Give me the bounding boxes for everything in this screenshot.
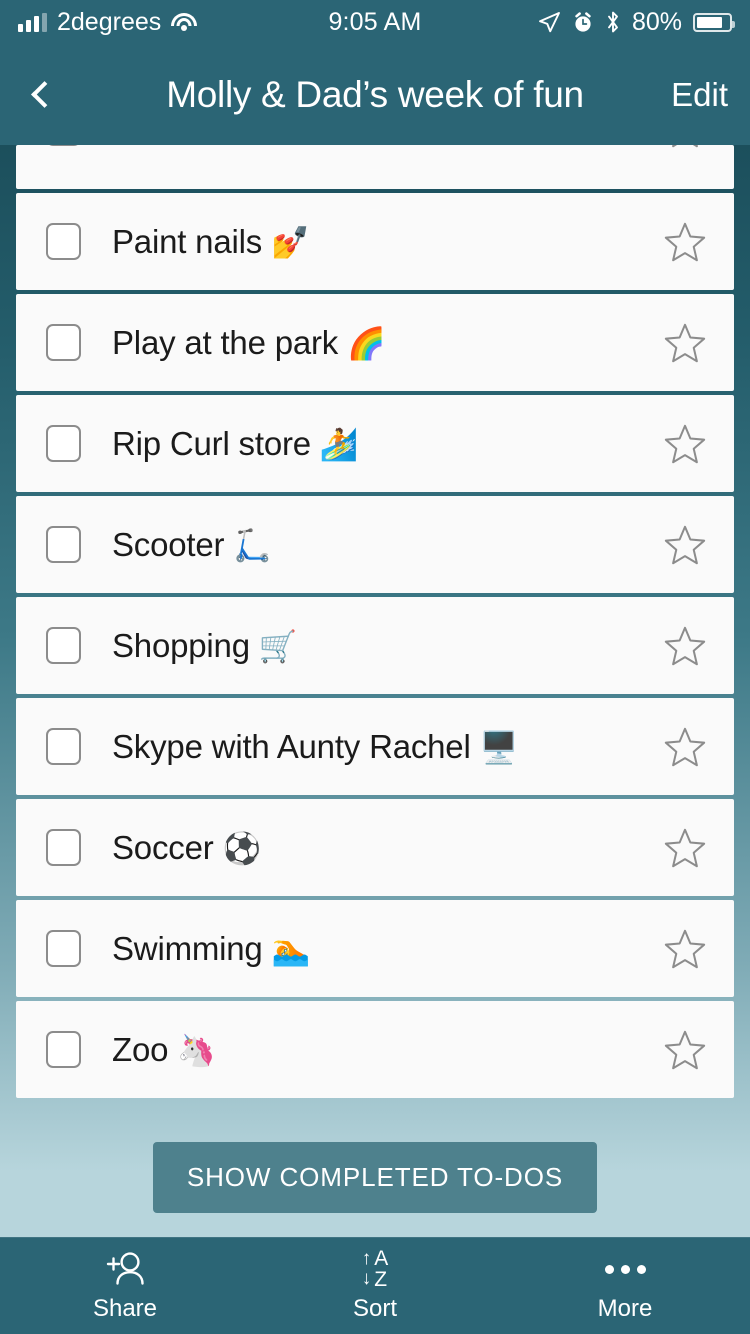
todo-label: Play at the park 🌈: [112, 323, 386, 361]
star-icon[interactable]: [662, 926, 708, 972]
todo-checkbox[interactable]: [46, 728, 81, 765]
tab-more[interactable]: More: [500, 1238, 750, 1334]
todo-checkbox[interactable]: [46, 1031, 81, 1068]
todo-checkbox[interactable]: [46, 324, 81, 361]
todo-checkbox[interactable]: [46, 627, 81, 664]
todo-emoji-icon: 💅: [271, 224, 310, 260]
todo-emoji-icon: 🏄: [319, 426, 359, 462]
todo-emoji-icon: 🛒: [258, 628, 298, 664]
show-completed-todos-button[interactable]: SHOW COMPLETED TO-DOS: [152, 1142, 598, 1213]
battery-percent-label: 80%: [631, 7, 682, 36]
todo-label: Paint nails 💅: [112, 222, 310, 260]
todo-row[interactable]: Skype with Aunty Rachel 🖥️: [16, 698, 734, 795]
back-button[interactable]: [22, 73, 66, 117]
todo-emoji-icon: 🛴: [233, 527, 272, 563]
star-icon[interactable]: [662, 320, 708, 366]
bottom-toolbar: Share ↑ ↓ A Z Sort More: [0, 1237, 750, 1334]
carrier-label: 2degrees: [57, 7, 162, 36]
edit-button[interactable]: Edit: [671, 76, 728, 114]
todo-label: Swimming 🏊: [112, 929, 311, 967]
sort-letter-z: Z: [374, 1268, 388, 1291]
wifi-icon: [171, 12, 198, 32]
page-title: Molly & Dad’s week of fun: [166, 73, 584, 115]
star-icon[interactable]: [662, 219, 708, 265]
star-icon[interactable]: [662, 1027, 708, 1073]
location-arrow-icon: [539, 12, 560, 33]
star-icon[interactable]: [662, 724, 708, 770]
tab-more-label: More: [597, 1295, 653, 1322]
battery-icon: [693, 12, 735, 32]
app-screen: 2degrees 9:05 AM 80% Molly & Dad’s week …: [0, 0, 750, 1334]
todo-label: Soccer ⚽: [112, 828, 261, 866]
todo-checkbox[interactable]: [46, 829, 81, 866]
star-icon[interactable]: [662, 623, 708, 669]
status-bar-right: 80%: [537, 7, 735, 37]
star-icon[interactable]: [662, 145, 708, 151]
star-icon[interactable]: [662, 421, 708, 467]
status-bar: 2degrees 9:05 AM 80%: [0, 0, 750, 44]
sort-down-arrow: ↓: [361, 1268, 372, 1289]
todo-list-container[interactable]: ⌨️ Paint nails 💅 Play at the park 🌈 Rip Cur…: [0, 145, 750, 1237]
todo-emoji-icon: 🦄: [177, 1032, 216, 1068]
sort-letter-a: A: [374, 1247, 389, 1270]
tab-share-label: Share: [92, 1295, 158, 1322]
chevron-left-icon: [30, 81, 58, 108]
signal-bars-icon: [18, 12, 47, 32]
bluetooth-icon: [608, 11, 618, 33]
todo-row[interactable]: Play at the park 🌈: [16, 294, 734, 391]
tab-sort[interactable]: ↑ ↓ A Z Sort: [250, 1238, 500, 1334]
todo-row[interactable]: Scooter 🛴: [16, 496, 734, 593]
todo-emoji-icon: 🌈: [347, 325, 386, 361]
todo-row[interactable]: Paint nails 💅: [16, 193, 734, 290]
todo-checkbox[interactable]: [46, 930, 81, 967]
ellipsis-icon: [604, 1249, 646, 1289]
todo-emoji-icon: 🏊: [271, 931, 311, 967]
sort-up-arrow: ↑: [361, 1248, 372, 1270]
todo-checkbox[interactable]: [46, 425, 81, 462]
todo-row[interactable]: Zoo 🦄: [16, 1001, 734, 1098]
alarm-clock-icon: [575, 11, 591, 32]
tab-share[interactable]: Share: [0, 1238, 250, 1334]
tab-sort-label: Sort: [352, 1295, 397, 1322]
todo-label: Skype with Aunty Rachel 🖥️: [112, 727, 519, 765]
star-icon[interactable]: [662, 825, 708, 871]
todo-row[interactable]: Soccer ⚽: [16, 799, 734, 896]
todo-row[interactable]: ⌨️: [16, 145, 734, 189]
navigation-bar: Molly & Dad’s week of fun Edit: [0, 44, 750, 145]
todo-checkbox[interactable]: [46, 145, 81, 146]
show-completed-wrap: SHOW COMPLETED TO-DOS: [16, 1102, 734, 1213]
todo-label: Rip Curl store 🏄: [112, 424, 359, 462]
status-bar-left: 2degrees: [18, 7, 198, 37]
todo-emoji-icon: 🖥️: [479, 729, 519, 765]
star-icon[interactable]: [662, 522, 708, 568]
todo-row[interactable]: Swimming 🏊: [16, 900, 734, 997]
todo-label: Scooter 🛴: [112, 525, 272, 563]
todo-checkbox[interactable]: [46, 223, 81, 260]
todo-label: Zoo 🦄: [112, 1030, 216, 1068]
todo-row[interactable]: Rip Curl store 🏄: [16, 395, 734, 492]
sort-az-icon: ↑ ↓ A Z: [361, 1247, 389, 1291]
add-person-icon: [102, 1249, 148, 1289]
todo-emoji-icon: ⚽: [222, 830, 261, 866]
todo-checkbox[interactable]: [46, 526, 81, 563]
todo-label: Shopping 🛒: [112, 626, 298, 664]
todo-row[interactable]: Shopping 🛒: [16, 597, 734, 694]
todo-rows: ⌨️ Paint nails 💅 Play at the park 🌈 Rip Cur…: [16, 145, 734, 1098]
